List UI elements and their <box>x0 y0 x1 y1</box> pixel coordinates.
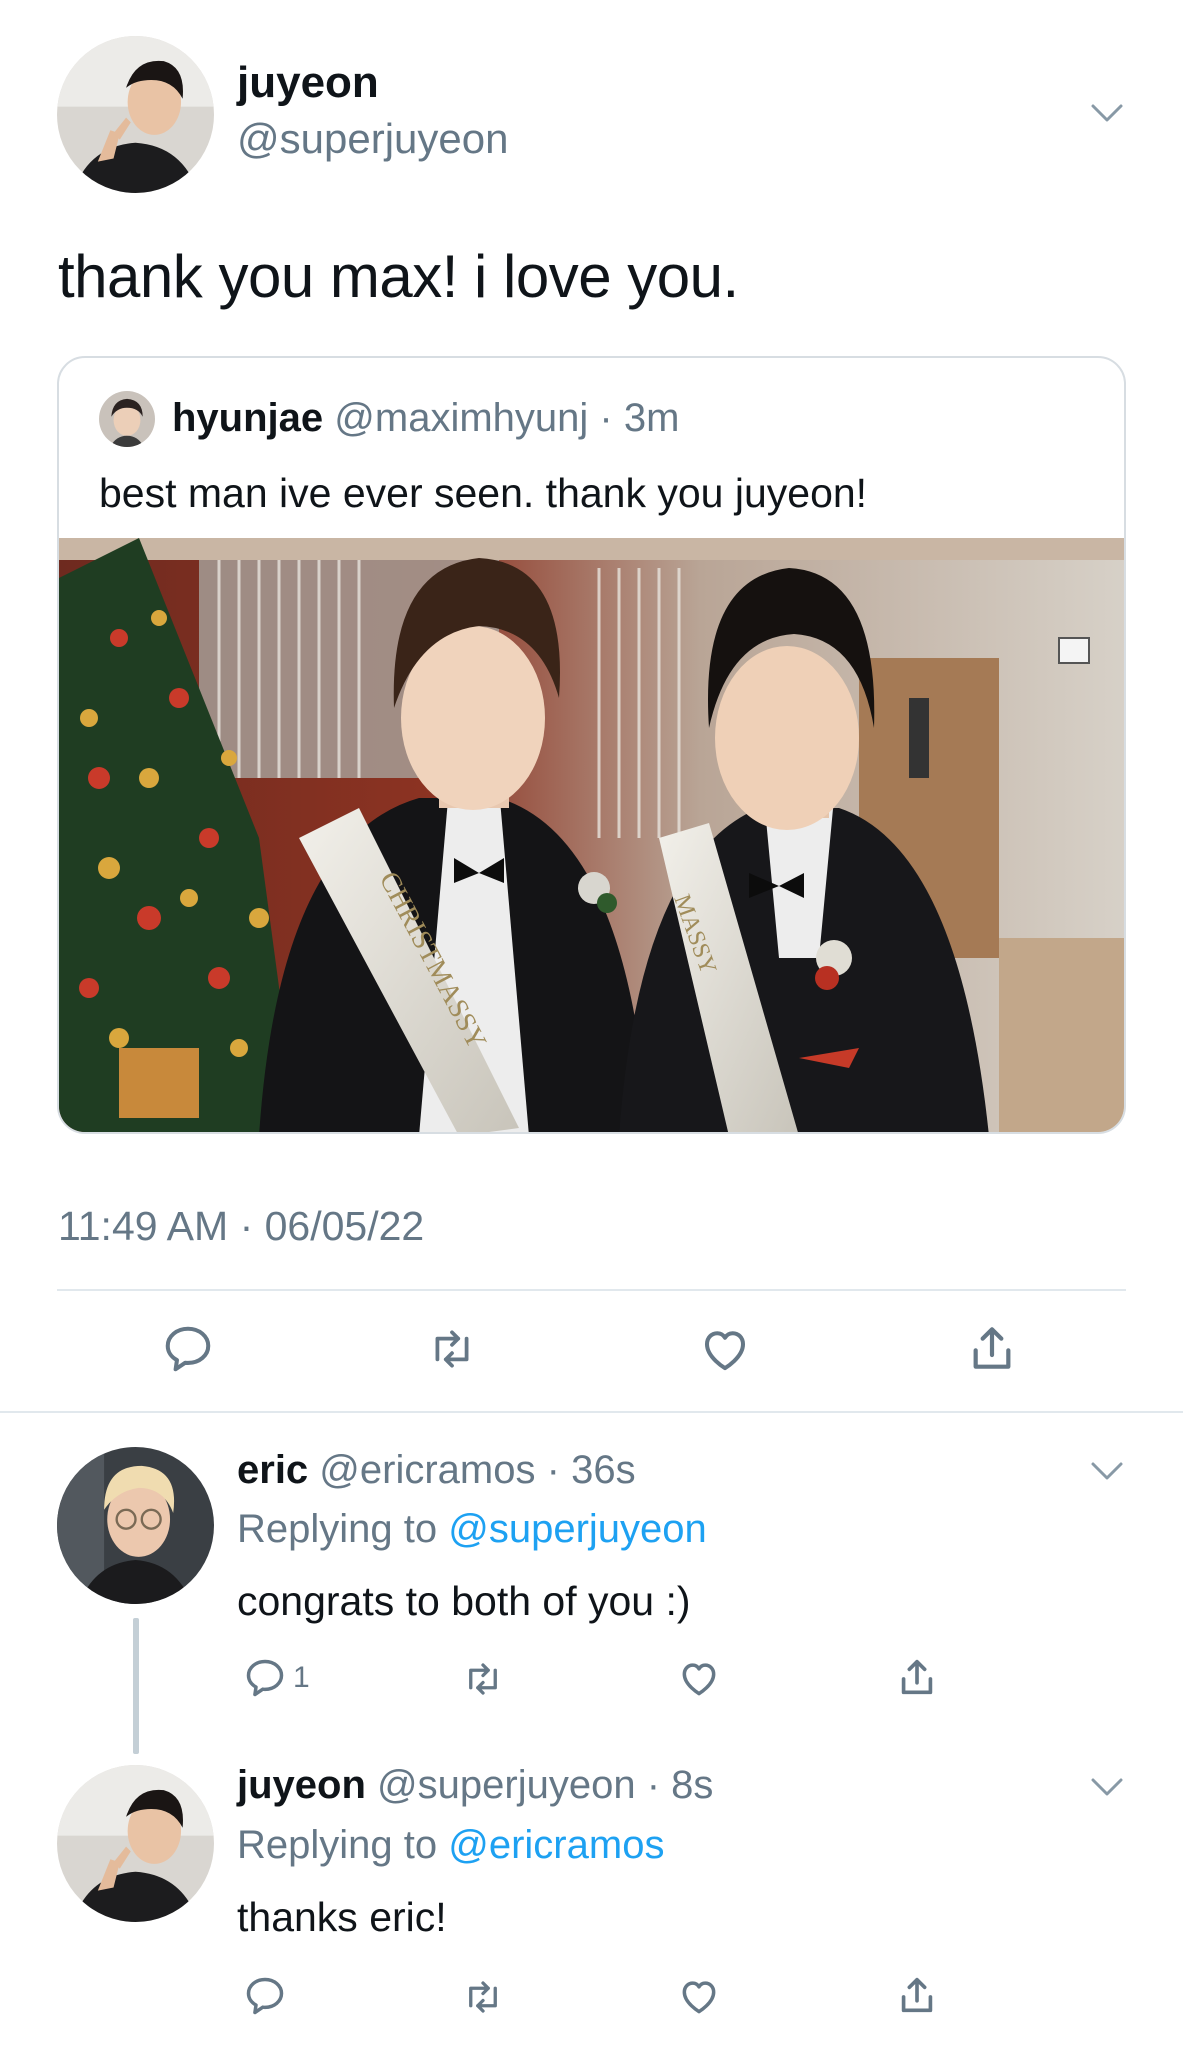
quoted-tweet-text: best man ive ever seen. thank you juyeon… <box>99 470 868 516</box>
reply-handle[interactable]: @ericramos <box>319 1448 535 1492</box>
reply-text: congrats to both of you :) <box>237 1578 691 1624</box>
heart-icon <box>682 1663 716 1696</box>
retweet-icon <box>469 1981 497 2013</box>
main-avatar[interactable] <box>57 36 214 193</box>
share-button[interactable] <box>894 1654 940 1700</box>
reply-button[interactable] <box>243 1974 287 2018</box>
like-button[interactable] <box>697 1322 753 1376</box>
reply-time: 36s <box>571 1448 636 1492</box>
quoted-tweet-name[interactable]: hyunjae <box>172 396 323 440</box>
retweet-button[interactable] <box>460 1658 506 1700</box>
replying-to: Replying to @superjuyeon <box>237 1507 707 1552</box>
share-button[interactable] <box>894 1972 940 2018</box>
quoted-tweet-handle[interactable]: @maximhyunj <box>334 396 588 440</box>
like-button[interactable] <box>676 1656 722 1700</box>
share-button[interactable] <box>964 1320 1020 1376</box>
divider <box>57 1289 1126 1291</box>
main-tweet-handle[interactable]: @superjuyeon <box>237 115 508 163</box>
like-button[interactable] <box>676 1974 722 2018</box>
avatar-photo <box>57 36 214 193</box>
reply-button[interactable]: 1 <box>243 1656 310 1700</box>
reply-header: juyeon @superjuyeon · 8s <box>237 1763 713 1808</box>
replying-to: Replying to @ericramos <box>237 1823 664 1868</box>
avatar-photo <box>57 1765 214 1922</box>
share-icon <box>901 1659 933 1695</box>
thread-line <box>133 1618 139 1754</box>
mention-link[interactable]: @superjuyeon <box>448 1507 707 1551</box>
quoted-avatar <box>99 391 155 447</box>
divider <box>0 1411 1183 1413</box>
retweet-button[interactable] <box>460 1976 506 2018</box>
reply-button[interactable] <box>161 1322 215 1376</box>
heart-icon <box>682 1981 716 2014</box>
main-tweet-timestamp[interactable]: 11:49 AM · 06/05/22 <box>58 1203 424 1250</box>
replying-label: Replying to <box>237 1507 438 1551</box>
reply-count: 1 <box>293 1661 310 1694</box>
reply-header: eric @ericramos · 36s <box>237 1448 636 1493</box>
avatar-photo <box>99 391 155 447</box>
reply-separator: · <box>646 1763 661 1807</box>
quoted-tweet-photo[interactable]: CHRISTMASSY MASSY <box>59 538 1124 1132</box>
reply-text: thanks eric! <box>237 1894 447 1940</box>
main-tweet-text: thank you max! i love you. <box>58 243 739 310</box>
reply-avatar[interactable] <box>57 1447 214 1604</box>
chevron-down-icon[interactable] <box>1090 102 1124 124</box>
reply-separator: · <box>546 1448 560 1492</box>
reply-icon <box>246 1977 284 2015</box>
reply-time: 8s <box>671 1763 714 1807</box>
reply-name[interactable]: eric <box>237 1448 308 1492</box>
retweet-button[interactable] <box>424 1324 480 1374</box>
quoted-tweet-header: hyunjae @maximhyunj · 3m <box>172 396 679 441</box>
chevron-down-icon[interactable] <box>1090 1460 1124 1482</box>
reply-icon <box>165 1326 211 1372</box>
reply-avatar[interactable] <box>57 1765 214 1922</box>
quoted-tweet-card[interactable]: hyunjae @maximhyunj · 3m best man ive ev… <box>57 356 1126 1134</box>
heart-icon <box>704 1331 746 1371</box>
reply-icon <box>246 1659 284 1697</box>
reply-handle[interactable]: @superjuyeon <box>377 1763 636 1807</box>
share-icon <box>901 1977 933 2013</box>
mention-link[interactable]: @ericramos <box>448 1823 664 1867</box>
share-icon <box>973 1327 1011 1369</box>
reply-name[interactable]: juyeon <box>237 1763 366 1807</box>
avatar-photo <box>57 1447 214 1604</box>
quoted-tweet-time: 3m <box>623 396 680 440</box>
main-tweet-name[interactable]: juyeon <box>237 58 379 108</box>
retweet-icon <box>469 1663 497 1695</box>
quoted-tweet-separator: · <box>599 396 613 440</box>
retweet-icon <box>435 1330 469 1368</box>
replying-label: Replying to <box>237 1823 438 1867</box>
chevron-down-icon[interactable] <box>1090 1776 1124 1798</box>
